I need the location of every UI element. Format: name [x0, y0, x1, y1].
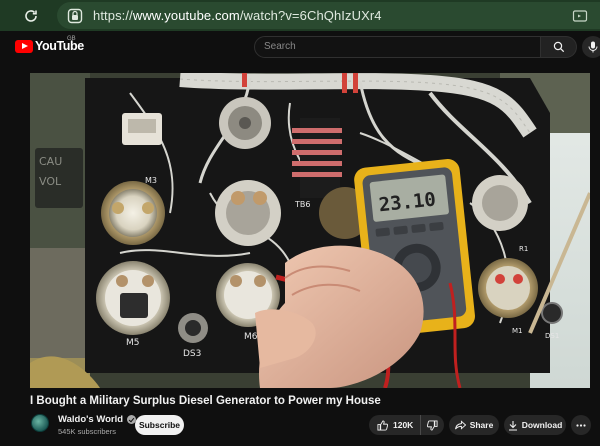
channel-name-text: Waldo's World [58, 414, 124, 425]
cast-icon[interactable] [572, 8, 588, 24]
search-button[interactable] [541, 36, 577, 58]
label-r1: R1 [519, 245, 528, 253]
mic-icon [588, 41, 598, 53]
youtube-header: YouTube GB Search [0, 31, 600, 61]
download-icon [508, 420, 517, 431]
url-scheme: https:// [93, 8, 133, 23]
label-m1: M1 [512, 327, 523, 335]
logo-text: YouTube [35, 39, 84, 53]
label-ds1: DS1 [545, 332, 559, 340]
thumbs-up-icon [377, 419, 388, 431]
search-input[interactable]: Search [254, 36, 541, 58]
country-code: GB [67, 36, 76, 42]
share-label: Share [469, 420, 494, 430]
like-count: 120K [393, 420, 414, 430]
label-ds3: DS3 [183, 349, 201, 359]
channel-name[interactable]: Waldo's World [58, 414, 137, 425]
share-button[interactable]: Share [449, 415, 499, 435]
search-placeholder: Search [264, 41, 296, 52]
label-m6: M6 [244, 332, 258, 342]
url-text[interactable]: https://www.youtube.com/watch?v=6ChQhIzU… [93, 8, 382, 23]
search-icon [553, 41, 564, 53]
url-path: /watch?v=6ChQhIzUXr4 [239, 8, 382, 23]
dislike-button[interactable] [421, 415, 444, 435]
avatar[interactable] [31, 414, 49, 432]
download-label: Download [521, 420, 563, 430]
site-info-icon[interactable] [67, 8, 83, 24]
label-m3: M3 [145, 176, 157, 185]
youtube-play-icon [15, 39, 33, 53]
download-button[interactable]: Download [504, 415, 566, 435]
more-actions-button[interactable] [571, 415, 591, 435]
video-player[interactable]: CAU VOL TB6 M3 M5 M6 DS3 M1 DS1 R1 23.10 [30, 73, 590, 388]
share-icon [454, 420, 466, 430]
subscribe-button[interactable]: Subscribe [135, 415, 184, 435]
placard-text-2: VOL [39, 175, 62, 188]
thumbs-down-icon [427, 419, 438, 431]
like-dislike-group: 120K [369, 415, 444, 435]
label-m5: M5 [126, 338, 140, 348]
more-icon [576, 423, 586, 427]
voice-search-button[interactable] [582, 36, 600, 58]
address-bar[interactable]: https://www.youtube.com/watch?v=6ChQhIzU… [57, 2, 600, 29]
video-frame: CAU VOL TB6 M3 M5 M6 DS3 M1 DS1 R1 23.10 [30, 73, 590, 388]
video-title: I Bought a Military Surplus Diesel Gener… [30, 395, 381, 407]
subscriber-count: 545K subscribers [58, 427, 116, 436]
like-button[interactable]: 120K [369, 415, 421, 435]
placard-text: CAU [39, 155, 62, 168]
label-tb6: TB6 [294, 200, 310, 209]
reload-icon[interactable] [19, 4, 43, 28]
url-host: www.youtube.com [132, 8, 240, 23]
browser-toolbar: https://www.youtube.com/watch?v=6ChQhIzU… [0, 0, 600, 31]
